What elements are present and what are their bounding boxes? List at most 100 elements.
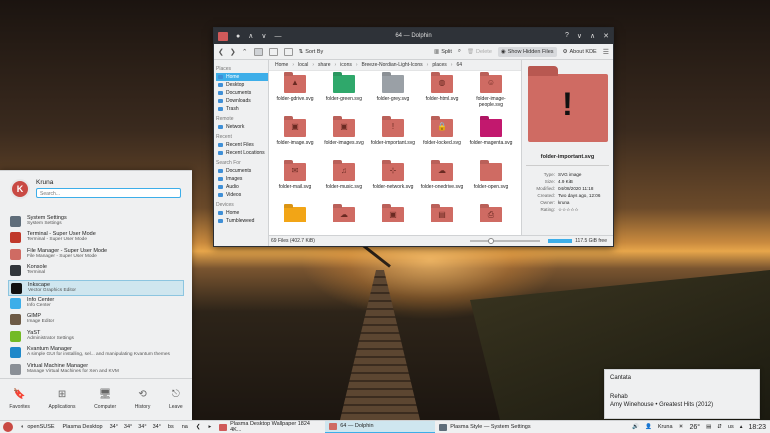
places-item-home[interactable]: Home xyxy=(216,209,268,217)
keep-below-icon[interactable]: ∨ xyxy=(261,32,266,40)
tray-user-label[interactable]: Kruna xyxy=(658,424,673,430)
places-item-recent-files[interactable]: Recent Files xyxy=(216,141,268,149)
pin-icon[interactable]: ● xyxy=(236,33,240,40)
compact-view-button[interactable] xyxy=(268,47,278,56)
search-icon[interactable]: ⌕ xyxy=(458,48,461,55)
file-item[interactable]: ▲ folder-gdrive.svg xyxy=(271,72,319,116)
sort-by-button[interactable]: ⇅ Sort By xyxy=(299,49,324,55)
breadcrumb-item[interactable]: Home xyxy=(275,62,288,68)
task-item[interactable]: Plasma Style — System Settings xyxy=(435,421,545,433)
app-item-yast[interactable]: YaST Administrator Settings xyxy=(8,329,184,345)
media-player-notification[interactable]: Cantata Rehab Amy Winehouse • Greatest H… xyxy=(604,369,760,419)
locale-indicator[interactable]: us xyxy=(728,424,734,430)
volume-icon[interactable]: 🔊 xyxy=(632,424,639,430)
temperature-readout[interactable]: 34° xyxy=(135,424,149,430)
overflow-icon[interactable]: ▸ xyxy=(204,421,215,433)
desktop-switcher[interactable]: ◐ openSUSE xyxy=(17,421,59,433)
breadcrumb-item[interactable]: share xyxy=(318,62,331,68)
shade-icon[interactable]: — xyxy=(274,33,281,40)
places-item-trash[interactable]: Trash xyxy=(216,105,268,113)
back-icon[interactable]: ❮ xyxy=(218,48,224,56)
app-item-info-center[interactable]: Info Center Info Center xyxy=(8,296,184,312)
na-indicator[interactable]: na xyxy=(178,421,192,433)
breadcrumb-item[interactable]: icons xyxy=(340,62,352,68)
dolphin-app-icon[interactable] xyxy=(218,31,228,41)
network-icon[interactable]: ⇵ xyxy=(717,424,722,430)
plasma-desktop-item[interactable]: Plasma Desktop xyxy=(59,421,107,433)
app-item-kvantum-manager[interactable]: Kvantum Manager A simple GUI for installi… xyxy=(8,345,184,361)
file-item[interactable]: ▣ folder-image.svg xyxy=(271,116,319,160)
app-item-file-manager-super-user-mode[interactable]: File Manager - Super User Mode File Manag… xyxy=(8,247,184,263)
launcher-tab-applications[interactable]: ⊞ Applications xyxy=(49,389,76,410)
places-item-images[interactable]: Images xyxy=(216,175,268,183)
file-item[interactable]: ▤ xyxy=(418,204,466,222)
clipboard-icon[interactable]: ▤ xyxy=(706,424,711,430)
minimize-icon[interactable]: ∨ xyxy=(577,32,582,40)
keyboard-layout-indicator[interactable]: bs xyxy=(164,421,178,433)
keep-above-icon[interactable]: ∧ xyxy=(248,32,253,40)
info-property-value[interactable]: ☆☆☆☆☆ xyxy=(558,206,579,213)
launcher-tab-history[interactable]: ⟲ History xyxy=(135,389,151,410)
task-item[interactable]: Plasma Desktop Wallpaper 1824 4K... xyxy=(215,421,325,433)
breadcrumb-item[interactable]: local xyxy=(298,62,308,68)
launcher-tab-computer[interactable]: 🖥 Computer xyxy=(94,389,116,410)
about-kde-button[interactable]: ⚙ About KDE xyxy=(563,49,597,55)
hamburger-menu-icon[interactable]: ☰ xyxy=(603,48,609,56)
places-item-tumbleweed[interactable]: Tumbleweed xyxy=(216,217,268,225)
file-item[interactable]: ◍ folder-html.svg xyxy=(418,72,466,116)
weather-icon[interactable]: ☀ xyxy=(679,424,684,430)
file-item[interactable]: ✉ folder-mail.svg xyxy=(271,160,319,204)
forward-icon[interactable]: ❯ xyxy=(230,48,236,56)
places-item-recent-locations[interactable]: Recent Locations xyxy=(216,149,268,157)
delete-button[interactable]: 🗑 Delete xyxy=(467,49,492,55)
tray-expand-icon[interactable]: ▴ xyxy=(740,424,743,430)
temperature-readout[interactable]: 34° xyxy=(107,424,121,430)
file-item[interactable] xyxy=(271,204,319,222)
breadcrumb-item[interactable]: Breeze-Nordian-Light-Icons xyxy=(362,62,423,68)
places-item-home[interactable]: Home xyxy=(216,73,268,81)
show-hidden-files-button[interactable]: ◉ Show Hidden Files xyxy=(497,46,557,57)
avatar[interactable] xyxy=(10,179,30,199)
task-item[interactable]: 64 — Dolphin xyxy=(325,420,436,433)
breadcrumb-item[interactable]: places xyxy=(432,62,446,68)
file-item[interactable]: folder-green.svg xyxy=(320,72,368,116)
application-launcher-button[interactable] xyxy=(3,422,13,432)
file-item[interactable]: folder-grey.svg xyxy=(369,72,417,116)
file-item[interactable]: ☁ folder-onedrive.svg xyxy=(418,160,466,204)
file-item[interactable]: folder-magenta.svg xyxy=(467,116,515,160)
app-item-virtual-machine-manager[interactable]: Virtual Machine Manager Manage Virtual Ma… xyxy=(8,362,184,378)
file-item[interactable]: ☁ xyxy=(320,204,368,222)
places-item-documents[interactable]: Documents xyxy=(216,89,268,97)
file-item[interactable]: ⊹ folder-network.svg xyxy=(369,160,417,204)
details-view-button[interactable] xyxy=(283,47,293,56)
app-item-gimp[interactable]: GIMP Image Editor xyxy=(8,312,184,328)
window-titlebar[interactable]: ● ∧ ∨ — 64 — Dolphin ? ∨ ∧ ✕ xyxy=(214,28,613,44)
zoom-slider[interactable] xyxy=(470,238,541,244)
app-item-system-settings[interactable]: System Settings System Settings xyxy=(8,214,184,230)
clock[interactable]: 18:23 xyxy=(748,424,766,431)
places-item-videos[interactable]: Videos xyxy=(216,191,268,199)
file-item[interactable]: ! folder-important.svg xyxy=(369,116,417,160)
temperature-readout[interactable]: 34° xyxy=(121,424,135,430)
places-item-desktop[interactable]: Desktop xyxy=(216,81,268,89)
app-item-terminal-super-user-mode[interactable]: Terminal - Super User Mode Terminal - Sup… xyxy=(8,230,184,246)
zoom-slider-handle[interactable] xyxy=(488,238,495,244)
file-item[interactable]: ☺ folder-image-people.svg xyxy=(467,72,515,116)
file-item[interactable]: ▣ xyxy=(369,204,417,222)
places-item-network[interactable]: Network xyxy=(216,123,268,131)
app-item-inkscape[interactable]: Inkscape Vector Graphics Editor xyxy=(8,279,184,296)
weather-temperature[interactable]: 26° xyxy=(689,424,700,431)
maximize-icon[interactable]: ∧ xyxy=(590,32,595,40)
icons-view-button[interactable] xyxy=(253,47,263,56)
places-item-documents[interactable]: Documents xyxy=(216,167,268,175)
file-item[interactable]: ▣ folder-images.svg xyxy=(320,116,368,160)
places-item-audio[interactable]: Audio xyxy=(216,183,268,191)
search-input[interactable]: Search... xyxy=(36,188,181,198)
tray-user-icon[interactable]: 👤 xyxy=(645,424,652,430)
help-icon[interactable]: ? xyxy=(565,32,569,40)
places-item-downloads[interactable]: Downloads xyxy=(216,97,268,105)
breadcrumb-item[interactable]: 64 xyxy=(456,62,462,68)
up-icon[interactable]: ⌃ xyxy=(242,48,248,56)
chevron-left-icon[interactable]: ❮ xyxy=(192,421,205,433)
file-item[interactable]: ⎙ xyxy=(467,204,515,222)
